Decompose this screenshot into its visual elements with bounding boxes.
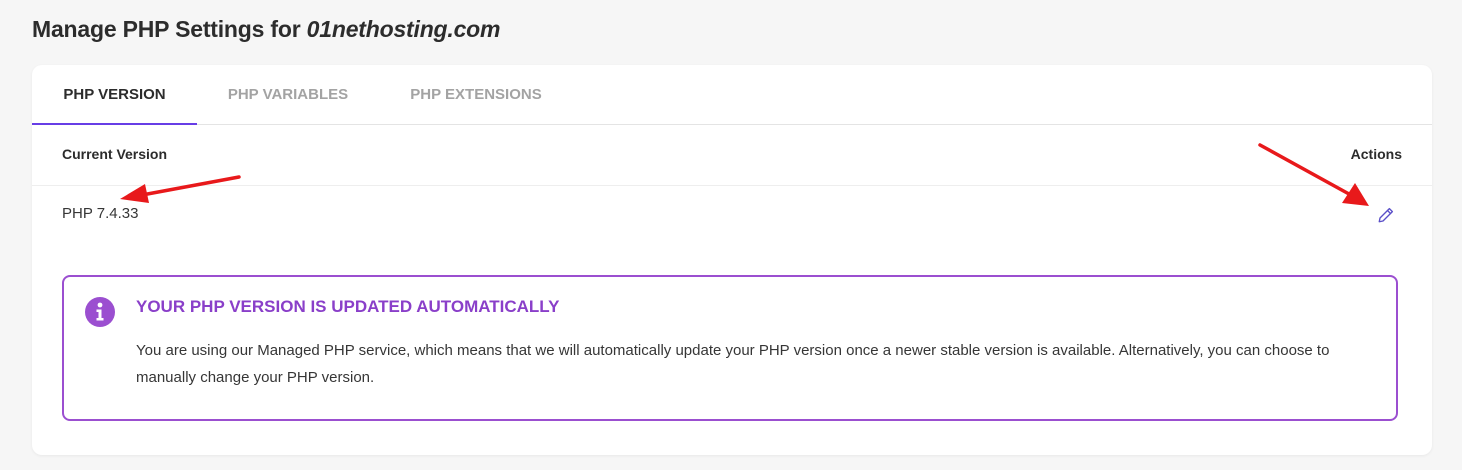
column-header-current-version: Current Version [62,146,168,162]
tab-php-variables[interactable]: PHP VARIABLES [227,65,349,124]
tab-bar: PHP VERSION PHP VARIABLES PHP EXTENSIONS [32,65,1432,125]
page-title-prefix: Manage PHP Settings for [32,16,307,42]
tab-php-version[interactable]: PHP VERSION [32,65,197,125]
tab-php-extensions[interactable]: PHP EXTENSIONS [409,65,543,124]
pencil-icon [1378,207,1394,223]
notice-title: YOUR PHP VERSION IS UPDATED AUTOMATICALL… [136,297,560,316]
column-header-actions: Actions [1350,146,1402,162]
edit-version-button[interactable] [1376,205,1396,225]
php-settings-card: PHP VERSION PHP VARIABLES PHP EXTENSIONS… [32,65,1432,455]
info-icon [85,297,115,327]
auto-update-notice: YOUR PHP VERSION IS UPDATED AUTOMATICALL… [62,275,1398,421]
row-divider [32,185,1432,186]
notice-text: You are using our Managed PHP service, w… [136,342,1330,386]
domain-name: 01nethosting.com [306,16,501,42]
current-php-version: PHP 7.4.33 [62,205,139,222]
page-title: Manage PHP Settings for 01nethosting.com [32,16,500,43]
